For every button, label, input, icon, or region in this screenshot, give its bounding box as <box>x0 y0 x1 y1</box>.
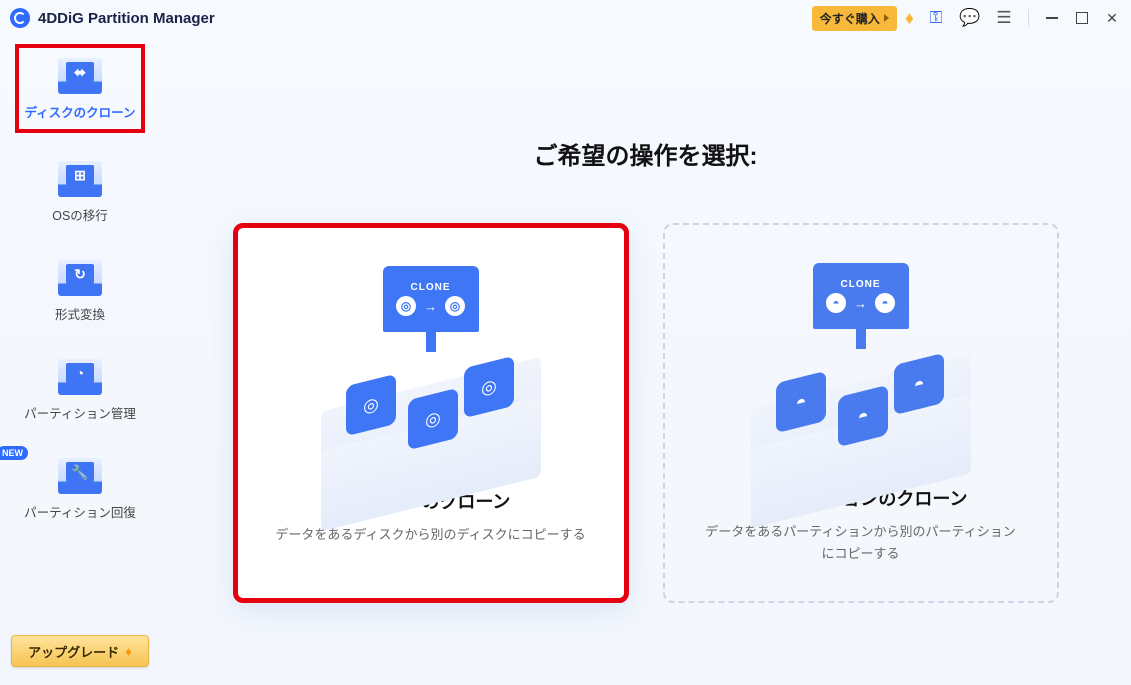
partition-recover-icon: 🔧 <box>58 458 102 494</box>
window-maximize-button[interactable] <box>1067 3 1097 33</box>
titlebar-divider <box>1028 9 1029 27</box>
premium-diamond-icon[interactable]: ♦ <box>905 8 914 29</box>
hamburger-menu-icon[interactable]: ☰ <box>992 6 1016 30</box>
card-partition-clone[interactable]: CLONE ◓→◓ ◓ ◓ ◓ パーティションのクローン データをあるパーティシ… <box>663 223 1059 603</box>
sidebar-item-partition-recover[interactable]: NEW 🔧 パーティション回復 <box>15 448 145 529</box>
sidebar-item-label: 形式変換 <box>55 304 105 323</box>
partition-clone-illustration: CLONE ◓→◓ ◓ ◓ ◓ <box>746 263 976 463</box>
buy-now-arrow-icon <box>884 14 889 22</box>
sidebar-item-label: ディスクのクローン <box>24 102 135 121</box>
upgrade-label: アップグレード <box>28 642 119 661</box>
sidebar: ⬌ ディスクのクローン ⊞ OSの移行 ↻ 形式変換 ◔ パーティション管理 N… <box>0 36 160 685</box>
card-subtitle: データをあるパーティションから別のパーティションにコピーする <box>701 521 1021 565</box>
sidebar-item-format-convert[interactable]: ↻ 形式変換 <box>15 250 145 331</box>
buy-now-label: 今すぐ購入 <box>820 10 880 27</box>
os-migration-icon: ⊞ <box>58 161 102 197</box>
window-minimize-button[interactable] <box>1037 3 1067 33</box>
upgrade-button[interactable]: アップグレード ♦ <box>11 635 149 667</box>
page-title: ご希望の操作を選択: <box>160 136 1131 171</box>
new-badge: NEW <box>0 446 28 460</box>
sidebar-item-os-migration[interactable]: ⊞ OSの移行 <box>15 151 145 232</box>
disk-clone-illustration: CLONE ◎→◎ ◎ ◎ ◎ <box>316 266 546 466</box>
sidebar-item-label: パーティション回復 <box>24 502 136 521</box>
sidebar-item-label: OSの移行 <box>52 205 108 224</box>
window-close-button[interactable] <box>1097 3 1127 33</box>
format-convert-icon: ↻ <box>58 260 102 296</box>
feedback-icon[interactable]: 💬 <box>958 6 982 30</box>
key-icon[interactable]: ⚿ <box>924 6 948 30</box>
partition-manage-icon: ◔ <box>58 359 102 395</box>
app-logo-icon <box>10 8 30 28</box>
upgrade-diamond-icon: ♦ <box>125 644 132 659</box>
disk-clone-icon: ⬌ <box>58 58 102 94</box>
card-disk-clone[interactable]: CLONE ◎→◎ ◎ ◎ ◎ ディスクのクローン データをあるディスクから別の… <box>233 223 629 603</box>
titlebar: 4DDiG Partition Manager 今すぐ購入 ♦ ⚿ 💬 ☰ <box>0 0 1131 36</box>
sidebar-item-disk-clone[interactable]: ⬌ ディスクのクローン <box>15 44 145 133</box>
sidebar-item-label: パーティション管理 <box>24 403 136 422</box>
app-title: 4DDiG Partition Manager <box>38 10 215 27</box>
main-area: ご希望の操作を選択: CLONE ◎→◎ ◎ ◎ ◎ ディスクのクローン データ… <box>160 36 1131 685</box>
sidebar-item-partition-manage[interactable]: ◔ パーティション管理 <box>15 349 145 430</box>
buy-now-button[interactable]: 今すぐ購入 <box>812 6 897 31</box>
operation-cards: CLONE ◎→◎ ◎ ◎ ◎ ディスクのクローン データをあるディスクから別の… <box>160 223 1131 603</box>
